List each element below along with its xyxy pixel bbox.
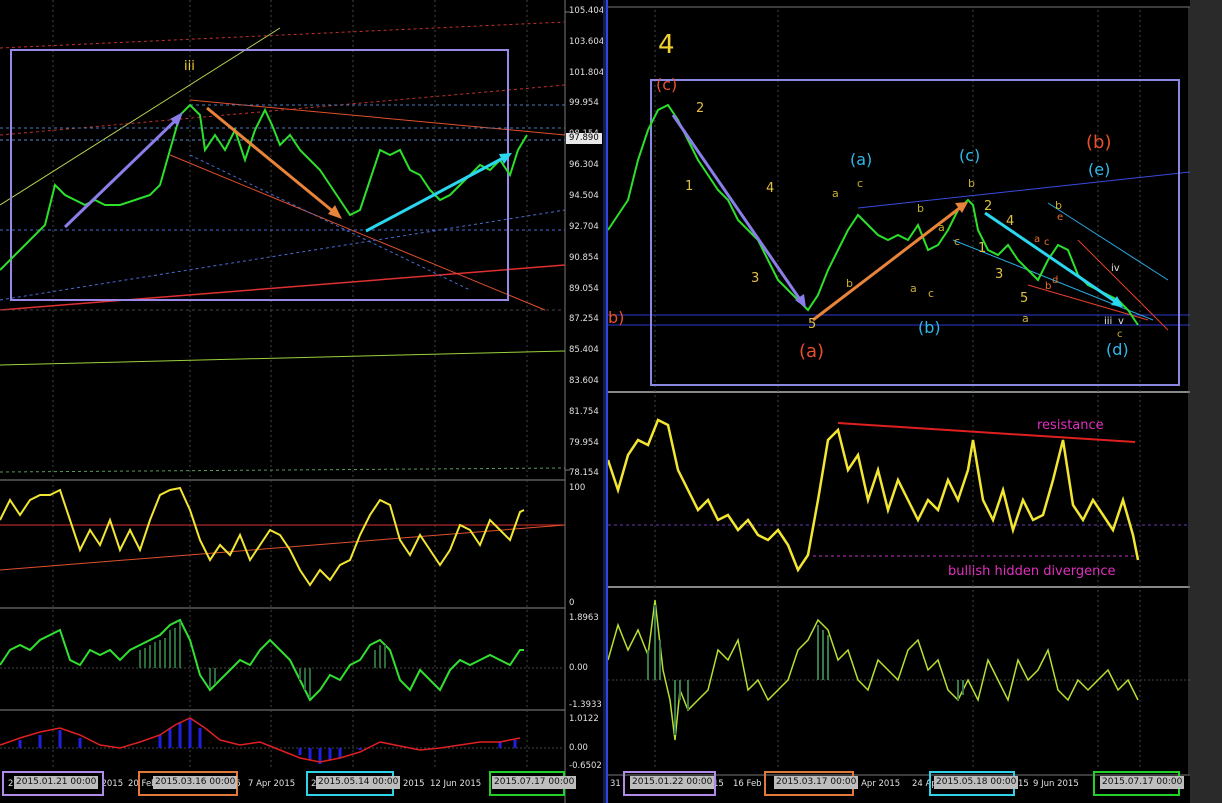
- wave-sub-a2: a: [938, 221, 945, 234]
- wave-label-c-top: (c): [656, 75, 678, 94]
- price-label: 85.404: [569, 345, 599, 355]
- wave-sub-b5: b: [1045, 281, 1052, 292]
- wave-label-b-red: (b): [1086, 132, 1112, 153]
- left-chart-canvas: [0, 0, 602, 803]
- osc3-label: 1.0122: [569, 714, 599, 724]
- price-label: 79.954: [569, 438, 599, 448]
- date-marker-2[interactable]: 2015.03.16 00:00: [153, 776, 238, 789]
- wave-num-2b: 2: [984, 199, 993, 214]
- osc3-label: 0.00: [569, 743, 588, 753]
- wave-sub-c3: c: [928, 287, 935, 300]
- price-label: 89.054: [569, 284, 599, 294]
- wave-sub-iv: iv: [1111, 263, 1120, 274]
- date-label: 1 Apr 2015: [853, 779, 901, 789]
- wave-label-a-red: (a): [799, 341, 825, 362]
- osc1-label: 100: [569, 483, 586, 493]
- price-label: 99.954: [569, 98, 599, 108]
- date-label: 15: [1018, 779, 1029, 789]
- wave-label-5: 5: [808, 317, 817, 332]
- date-marker-2[interactable]: 2015.03.17 00:00: [774, 776, 859, 789]
- wave-num-5b: 5: [1020, 291, 1029, 306]
- wave-label-iii: iii: [184, 59, 195, 74]
- wave-label-e-blue: (e): [1088, 160, 1111, 179]
- wave-sub-v: v: [1118, 316, 1124, 327]
- osc2-label: -1.3933: [569, 700, 602, 710]
- right-empty-area: [1190, 0, 1222, 803]
- wave-label-1: 1: [685, 179, 694, 194]
- wave-sub-c: c: [857, 177, 864, 190]
- price-label: 103.604: [569, 37, 603, 47]
- wave-label-3: 3: [751, 271, 760, 286]
- price-label: 90.854: [569, 253, 599, 263]
- date-marker-1[interactable]: 2015.01.21 00:00: [14, 776, 99, 789]
- current-price-label: 97.890: [569, 133, 599, 143]
- price-label: 101.804: [569, 68, 603, 78]
- date-marker-1[interactable]: 2015.01.22 00:00: [630, 776, 715, 789]
- wave-sub-c6: c: [1117, 329, 1123, 340]
- osc3-label: -0.6502: [569, 761, 602, 771]
- wave-label-4-small: 4: [766, 181, 775, 196]
- price-label: 81.754: [569, 407, 599, 417]
- divergence-label: bullish hidden divergence: [948, 564, 1116, 579]
- price-label: 78.154: [569, 468, 599, 478]
- wave-label-c-blue: (c): [959, 146, 981, 165]
- wave-num-3b: 3: [995, 267, 1004, 282]
- wave-label-a-blue: (a): [850, 150, 873, 169]
- price-label: 87.254: [569, 314, 599, 324]
- wave-sub-b4: b: [1055, 199, 1062, 212]
- date-label: 16 Feb: [733, 779, 762, 789]
- date-label: 12 Jun 2015: [430, 779, 482, 789]
- osc2-label: 0.00: [569, 663, 588, 673]
- wave-sub-b2: b: [917, 202, 924, 215]
- wave-sub-c-top: b: [968, 177, 975, 190]
- wave-sub-a4: a: [1022, 312, 1029, 325]
- price-label: 94.504: [569, 191, 599, 201]
- date-label: 7 Apr 2015: [248, 779, 296, 789]
- right-chart-canvas: [608, 6, 1190, 776]
- wave-num-4b: 4: [1006, 214, 1015, 229]
- right-chart-window[interactable]: 4 (c) b) 2 1 4 3 5 (a) (a) (b) (c) (b) (…: [608, 0, 1190, 803]
- osc2-label: 1.8963: [569, 613, 599, 623]
- wave-label-4: 4: [658, 30, 675, 60]
- wave-sub-c2: c: [954, 235, 961, 248]
- wave-sub-c5: c: [1044, 237, 1050, 248]
- left-chart-window[interactable]: iii 105.404 103.604 101.804 99.954 98.15…: [0, 0, 603, 803]
- wave-sub-e: e: [1057, 212, 1064, 223]
- price-label: 92.704: [569, 222, 599, 232]
- date-label: 9 Jun 2015: [1033, 779, 1079, 789]
- wave-label-b-left: b): [608, 308, 625, 327]
- price-label: 105.404: [569, 6, 603, 16]
- resistance-label: resistance: [1037, 418, 1104, 433]
- wave-sub-a5: a: [1034, 234, 1041, 245]
- wave-label-2: 2: [696, 101, 705, 116]
- price-label: 96.304: [569, 160, 599, 170]
- date-marker-4[interactable]: 2015.07.17 00:00: [1100, 776, 1185, 789]
- osc1-label: 0: [569, 598, 575, 608]
- price-label: 83.604: [569, 376, 599, 386]
- date-marker-3[interactable]: 2015.05.14 00:00: [316, 776, 401, 789]
- wave-sub-a: a: [832, 187, 839, 200]
- wave-sub-b: b: [846, 277, 853, 290]
- wave-sub-iii: iii: [1104, 316, 1113, 327]
- date-marker-4[interactable]: 2015.07.17 00:00: [492, 776, 577, 789]
- wave-label-b-blue: (b): [918, 318, 941, 337]
- date-marker-3[interactable]: 2015.05.18 00:00: [934, 776, 1019, 789]
- date-label: 31: [610, 779, 621, 789]
- wave-sub-d: d: [1052, 275, 1059, 286]
- wave-label-d-blue: (d): [1106, 340, 1129, 359]
- wave-sub-a3: a: [910, 282, 917, 295]
- wave-num-1b: 1: [978, 241, 987, 256]
